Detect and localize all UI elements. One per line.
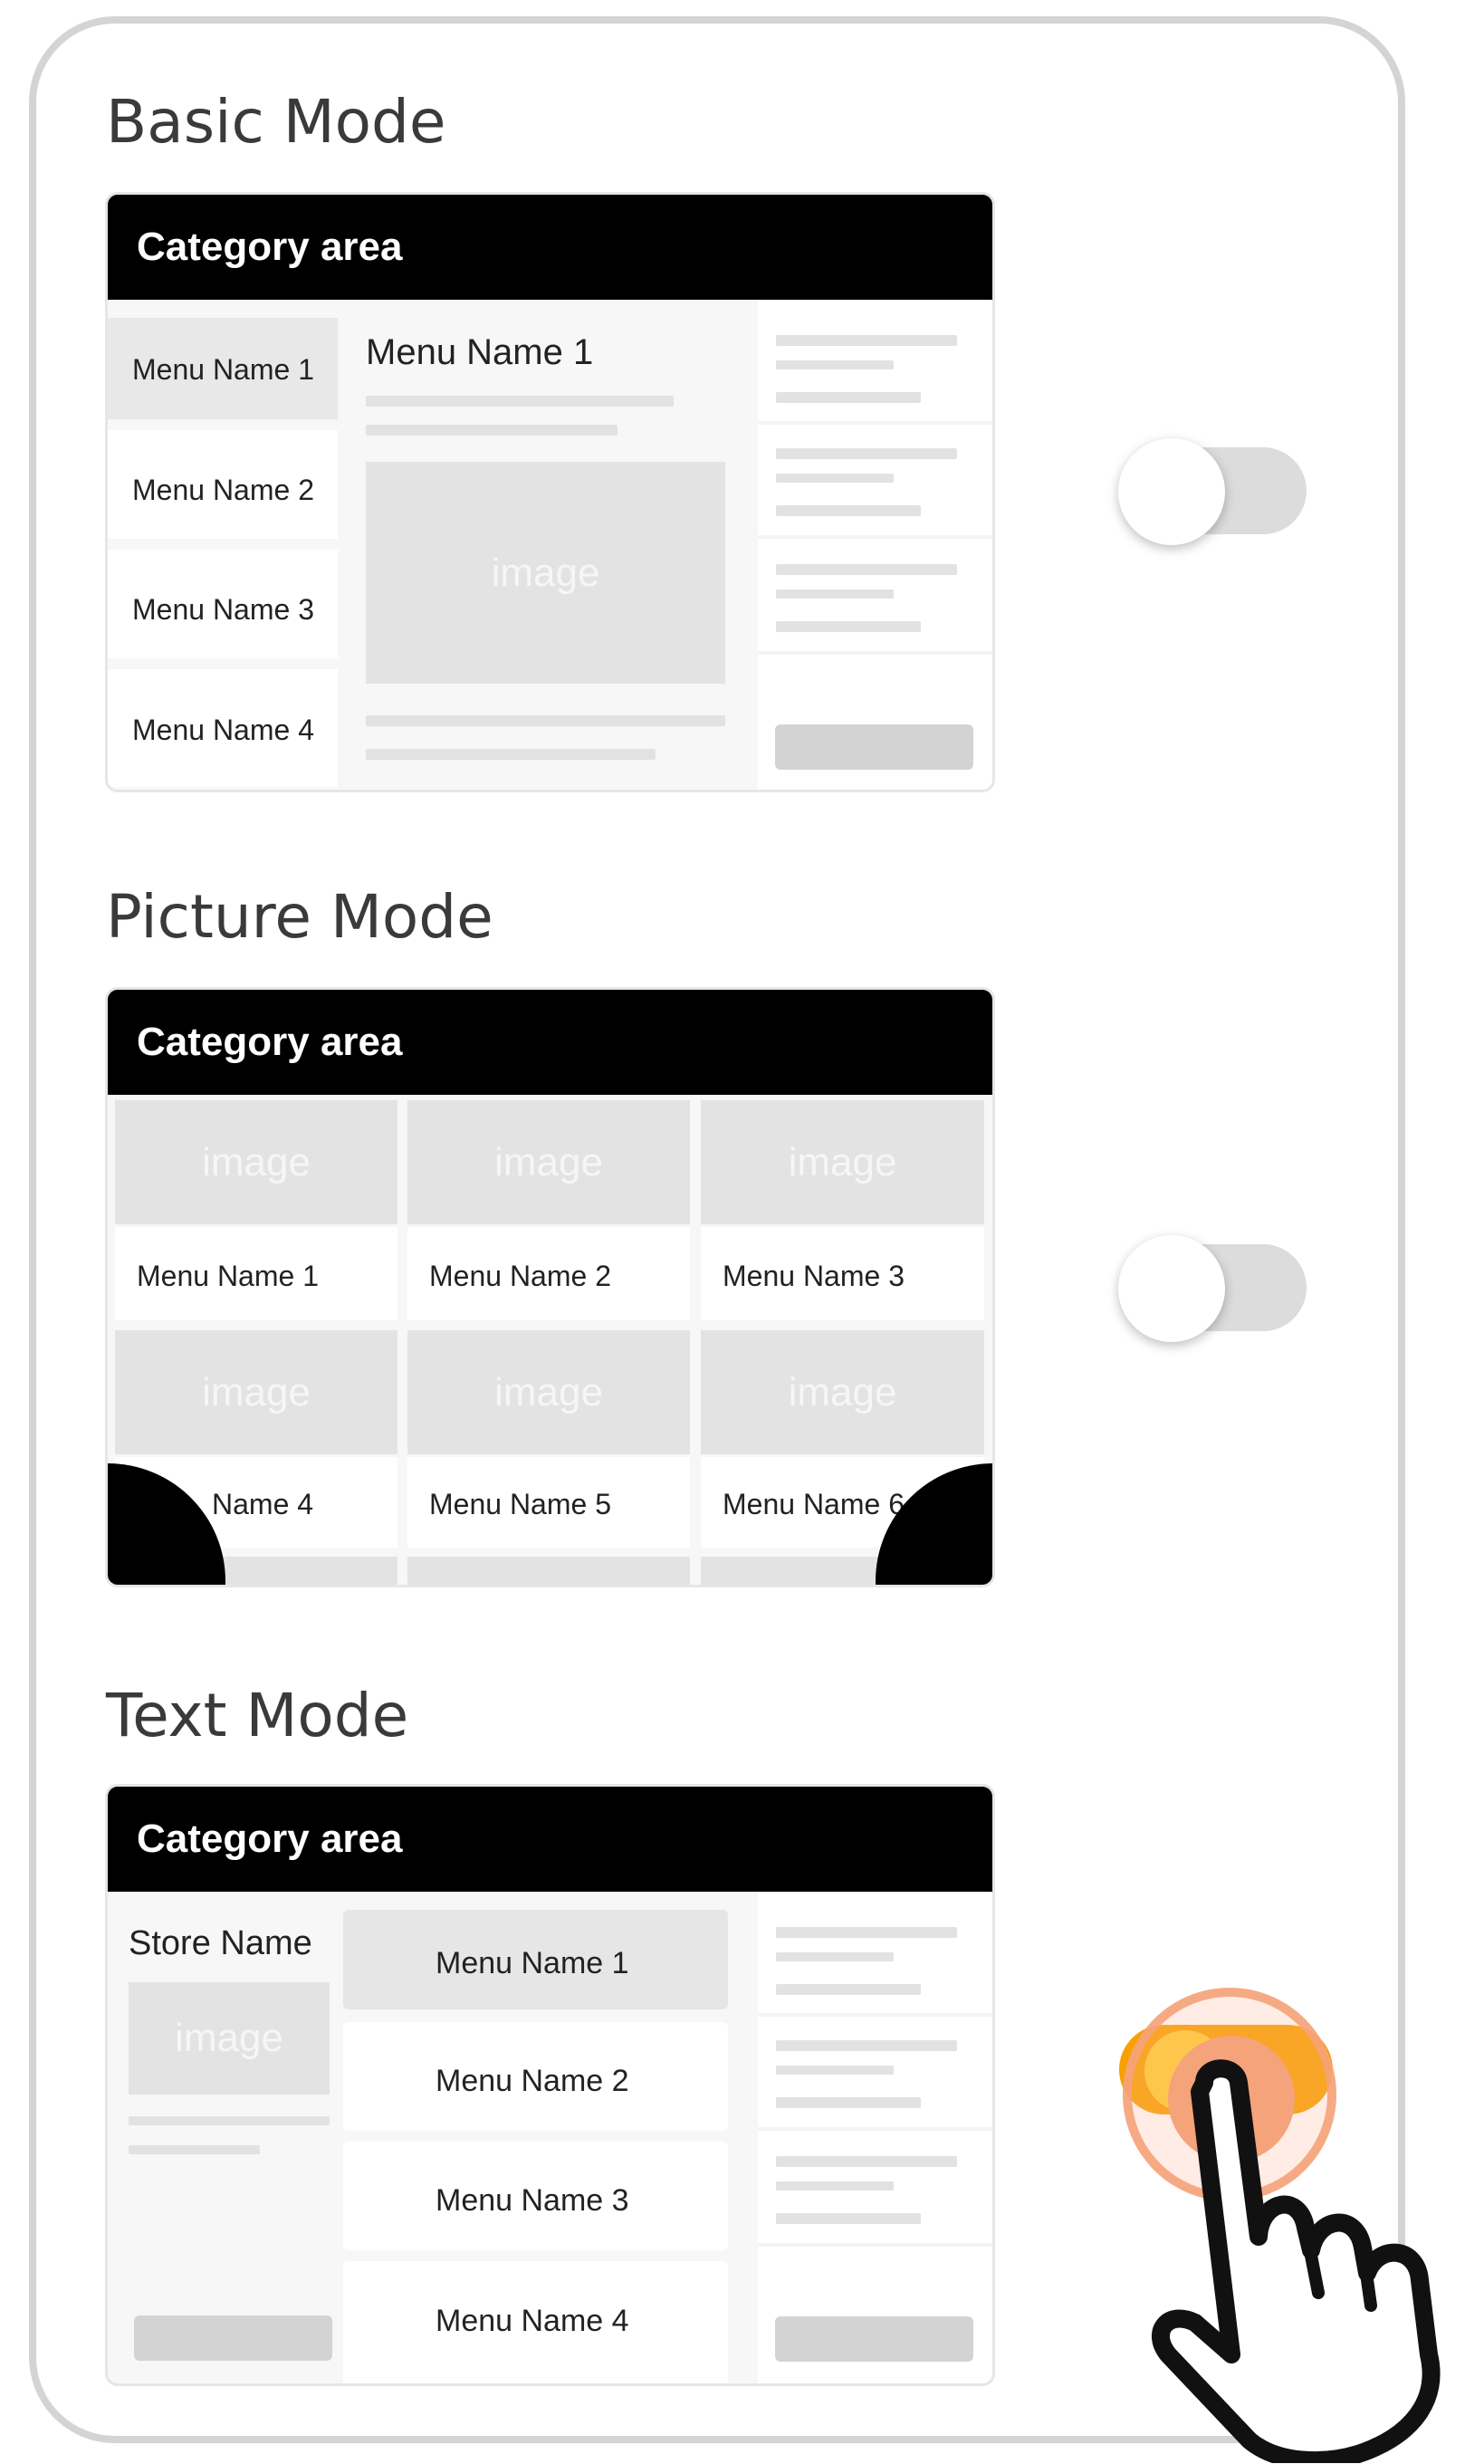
cart-column xyxy=(758,1892,992,2383)
divider xyxy=(758,535,992,539)
text-line xyxy=(776,1952,894,1961)
cart-column xyxy=(758,300,992,790)
divider xyxy=(758,2127,992,2131)
text-line xyxy=(366,749,656,760)
picture-mode-preview[interactable]: Category area image image image Menu Nam… xyxy=(105,987,995,1587)
text-line xyxy=(366,715,725,726)
button-placeholder xyxy=(775,724,973,770)
text-item-4: Menu Name 4 xyxy=(436,2304,629,2338)
image-placeholder: image xyxy=(129,1982,330,2095)
picture-item-4: Name 4 xyxy=(212,1488,314,1520)
image-placeholder-partial xyxy=(407,1557,690,1585)
text-line xyxy=(776,360,894,369)
text-mode-title: Text Mode xyxy=(106,1681,409,1750)
divider xyxy=(758,2013,992,2017)
text-item-3: Menu Name 3 xyxy=(436,2183,629,2218)
text-line xyxy=(776,2097,921,2108)
text-line xyxy=(776,2181,894,2191)
picture-item-2: Menu Name 2 xyxy=(429,1260,611,1292)
text-item-1: Menu Name 1 xyxy=(436,1946,629,1980)
text-line xyxy=(129,2116,330,2125)
basic-mode-preview[interactable]: Category area Menu Name 1 Menu Name 2 Me… xyxy=(105,192,995,792)
text-line xyxy=(366,396,674,407)
image-placeholder: image xyxy=(115,1330,397,1454)
divider xyxy=(758,2243,992,2247)
sidebar-item-2: Menu Name 2 xyxy=(132,474,314,506)
text-line xyxy=(776,505,921,516)
image-placeholder: image xyxy=(407,1100,690,1224)
category-area: Category area xyxy=(108,1787,992,1892)
button-placeholder xyxy=(134,2315,332,2361)
text-mode-preview[interactable]: Category area Store Name image Menu Name… xyxy=(105,1784,995,2386)
picture-mode-toggle[interactable] xyxy=(1118,1235,1308,1342)
divider xyxy=(758,651,992,655)
picture-item-6: Menu Name 6 xyxy=(723,1488,905,1520)
text-line xyxy=(129,2145,260,2154)
text-line xyxy=(776,2213,921,2224)
text-line xyxy=(776,1984,921,1995)
text-line xyxy=(776,2040,957,2051)
text-line xyxy=(776,474,894,483)
text-line xyxy=(776,2066,894,2075)
sidebar-item-1: Menu Name 1 xyxy=(132,353,314,386)
picture-item-5: Menu Name 5 xyxy=(429,1488,611,1520)
toggle-knob xyxy=(1118,1235,1225,1342)
sidebar-item-4: Menu Name 4 xyxy=(132,714,314,746)
category-area: Category area xyxy=(108,990,992,1095)
button-placeholder xyxy=(775,2316,973,2362)
text-line xyxy=(776,335,957,346)
text-line xyxy=(776,564,957,575)
text-line xyxy=(776,448,957,459)
text-line xyxy=(776,2156,957,2167)
image-placeholder: image xyxy=(701,1330,984,1454)
detail-title: Menu Name 1 xyxy=(366,332,594,372)
picture-mode-title: Picture Mode xyxy=(106,882,493,952)
text-line xyxy=(776,1927,957,1938)
text-line xyxy=(776,621,921,632)
store-name: Store Name xyxy=(129,1924,312,1962)
image-placeholder: image xyxy=(407,1330,690,1454)
category-area: Category area xyxy=(108,195,992,300)
text-item-2: Menu Name 2 xyxy=(436,2064,629,2098)
sidebar-item-3: Menu Name 3 xyxy=(132,593,314,626)
picture-item-3: Menu Name 3 xyxy=(723,1260,905,1292)
image-placeholder: image xyxy=(115,1100,397,1224)
text-line xyxy=(366,425,618,436)
text-line xyxy=(776,590,894,599)
basic-mode-title: Basic Mode xyxy=(106,87,446,157)
picture-item-1: Menu Name 1 xyxy=(137,1260,319,1292)
divider xyxy=(758,421,992,425)
image-placeholder: image xyxy=(366,462,725,684)
image-placeholder: image xyxy=(701,1100,984,1224)
text-line xyxy=(776,392,921,403)
basic-mode-toggle[interactable] xyxy=(1118,438,1308,545)
toggle-knob xyxy=(1118,438,1225,545)
hand-pointer-icon xyxy=(1152,2059,1441,2463)
